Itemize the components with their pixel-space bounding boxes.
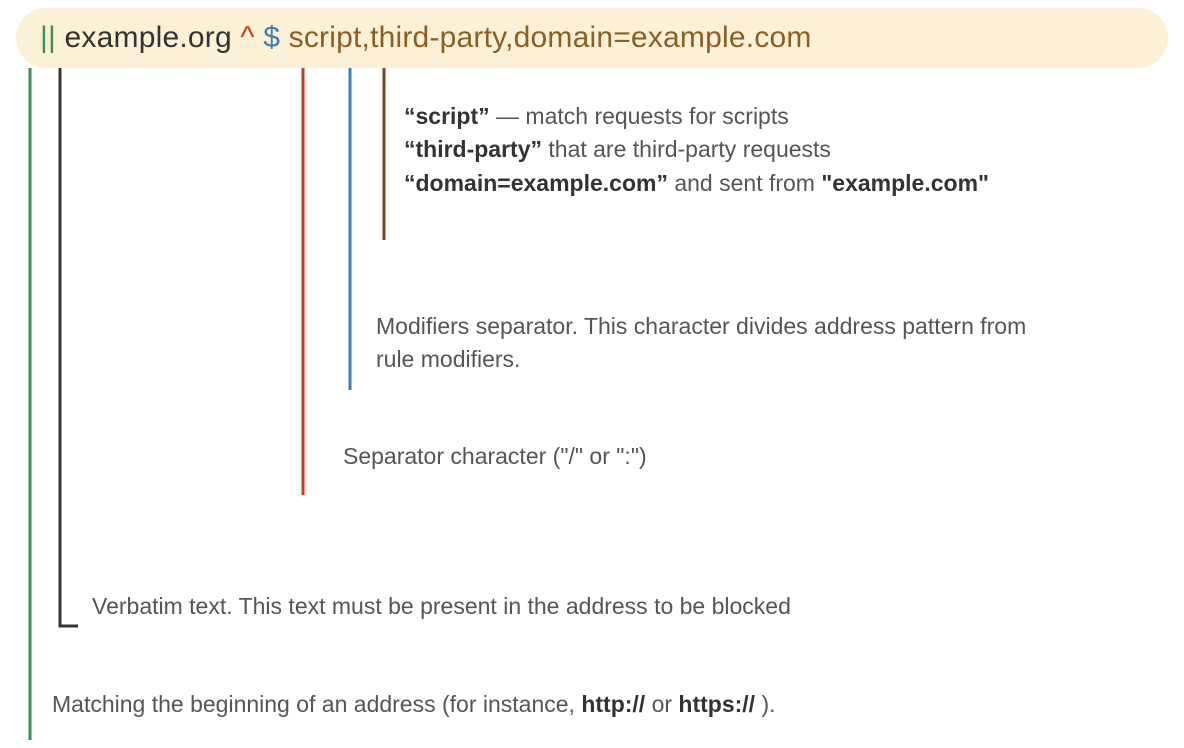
desc-caret: Separator character ("/" or ":") [343, 440, 1043, 473]
token-modifiers: script,third-party,domain=example.com [289, 8, 812, 68]
text: and sent from [668, 170, 821, 196]
desc-verbatim: Verbatim text. This text must be present… [92, 590, 1092, 623]
space [280, 8, 289, 68]
text: that are third-party requests [542, 136, 831, 162]
text: match requests for scripts [525, 103, 788, 129]
desc-modifier-domain: “domain=example.com” and sent from "exam… [404, 167, 1104, 200]
diagram-stage: || example.org ^ $ script,third-party,do… [0, 0, 1184, 748]
space [232, 8, 241, 68]
desc-modifiers: “script” — match requests for scripts “t… [404, 100, 1104, 200]
quote-thirdparty: “third-party” [404, 136, 542, 162]
desc-modifier-script: “script” — match requests for scripts [404, 100, 1104, 133]
text: Matching the beginning of an address (fo… [52, 691, 581, 717]
token-caret: ^ [240, 8, 254, 68]
bold-http: http:// [581, 691, 645, 717]
token-dollar: $ [263, 8, 280, 68]
token-domaintext: example.org [65, 8, 232, 68]
space [56, 8, 65, 68]
desc-modifier-thirdparty: “third-party” that are third-party reque… [404, 133, 1104, 166]
dash: — [490, 103, 526, 129]
token-pipes: || [40, 8, 56, 68]
quote-script: “script” [404, 103, 490, 129]
text: or [645, 691, 678, 717]
text: ). [755, 691, 775, 717]
space [255, 8, 264, 68]
desc-pipes: Matching the beginning of an address (fo… [52, 688, 1152, 721]
bold-domain: "example.com" [821, 170, 989, 196]
bold-https: https:// [678, 691, 755, 717]
desc-dollar: Modifiers separator. This character divi… [376, 310, 1036, 377]
rule-pill: || example.org ^ $ script,third-party,do… [16, 8, 1168, 68]
quote-domain: “domain=example.com” [404, 170, 668, 196]
